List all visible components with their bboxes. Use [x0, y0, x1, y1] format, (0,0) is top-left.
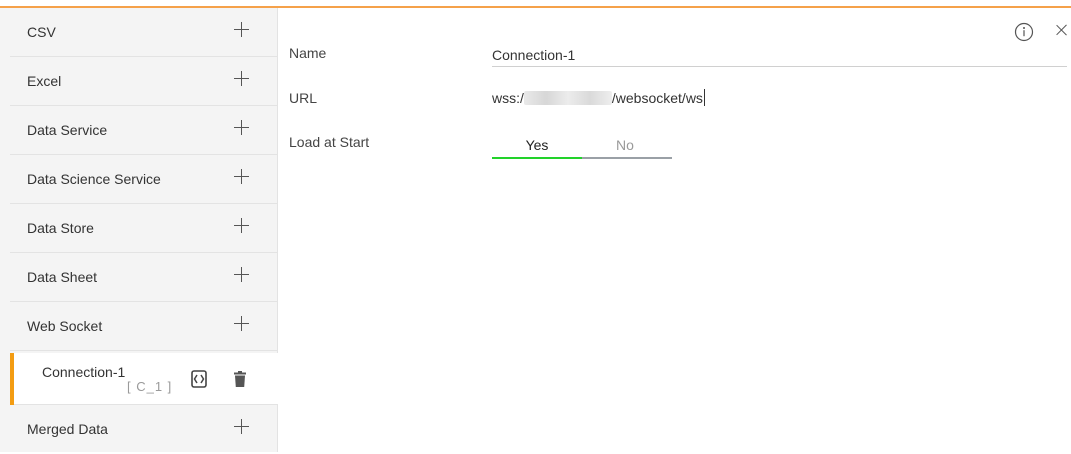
sidebar-item-data-sheet[interactable]: Data Sheet — [10, 253, 278, 302]
trash-icon[interactable] — [234, 371, 246, 387]
sidebar-item-label: Data Science Service — [27, 171, 161, 187]
url-input[interactable]: wss:/ /websocket/ws — [492, 88, 705, 108]
url-suffix: /websocket/ws — [611, 90, 703, 106]
toggle-yes-indicator — [492, 157, 582, 159]
url-label: URL — [289, 90, 318, 106]
plus-icon[interactable] — [234, 120, 250, 136]
sidebar-item-label: Data Service — [27, 122, 108, 138]
plus-icon[interactable] — [234, 22, 250, 38]
sidebar-item-data-science-service[interactable]: Data Science Service — [10, 155, 278, 204]
sidebar-item-label: Excel — [27, 73, 62, 89]
plus-icon[interactable] — [234, 169, 250, 185]
connection-item[interactable]: Connection-1 [ C_1 ] — [10, 353, 278, 405]
load-at-start-toggle[interactable]: Yes No — [492, 133, 672, 159]
text-caret — [703, 89, 705, 106]
sidebar-item-web-socket[interactable]: Web Socket — [10, 302, 278, 351]
sidebar-item-label: CSV — [27, 24, 56, 40]
plus-icon[interactable] — [234, 71, 250, 87]
sidebar: CSV Excel Data Service Data Science Serv… — [0, 8, 278, 452]
connection-id: [ C_1 ] — [127, 379, 173, 394]
plus-icon[interactable] — [234, 419, 250, 435]
load-at-start-label: Load at Start — [289, 134, 370, 150]
name-input[interactable]: Connection-1 — [492, 44, 1067, 67]
selected-indicator — [10, 353, 14, 405]
redacted-host — [523, 91, 612, 105]
connection-form: Name Connection-1 URL wss:/ /websocket/ws… — [279, 8, 1071, 452]
sidebar-item-label: Data Sheet — [27, 269, 98, 285]
close-icon[interactable] — [1055, 23, 1069, 37]
info-icon[interactable] — [1014, 22, 1034, 42]
name-label: Name — [289, 45, 327, 61]
url-prefix: wss:/ — [492, 90, 524, 106]
sidebar-item-excel[interactable]: Excel — [10, 57, 278, 106]
toggle-yes-option[interactable]: Yes — [492, 133, 582, 157]
toggle-no-indicator — [582, 157, 672, 159]
sidebar-item-data-service[interactable]: Data Service — [10, 106, 278, 155]
plus-icon[interactable] — [234, 316, 250, 332]
sidebar-item-label: Data Store — [27, 220, 94, 236]
sidebar-item-merged-data[interactable]: Merged Data — [10, 405, 278, 454]
script-icon[interactable] — [191, 370, 207, 388]
toggle-no-option[interactable]: No — [582, 133, 672, 157]
sidebar-item-csv[interactable]: CSV — [10, 8, 278, 57]
plus-icon[interactable] — [234, 267, 250, 283]
connection-name: Connection-1 — [42, 364, 126, 380]
sidebar-item-data-store[interactable]: Data Store — [10, 204, 278, 253]
plus-icon[interactable] — [234, 218, 250, 234]
sidebar-item-label: Merged Data — [27, 421, 108, 437]
sidebar-item-label: Web Socket — [27, 318, 103, 334]
